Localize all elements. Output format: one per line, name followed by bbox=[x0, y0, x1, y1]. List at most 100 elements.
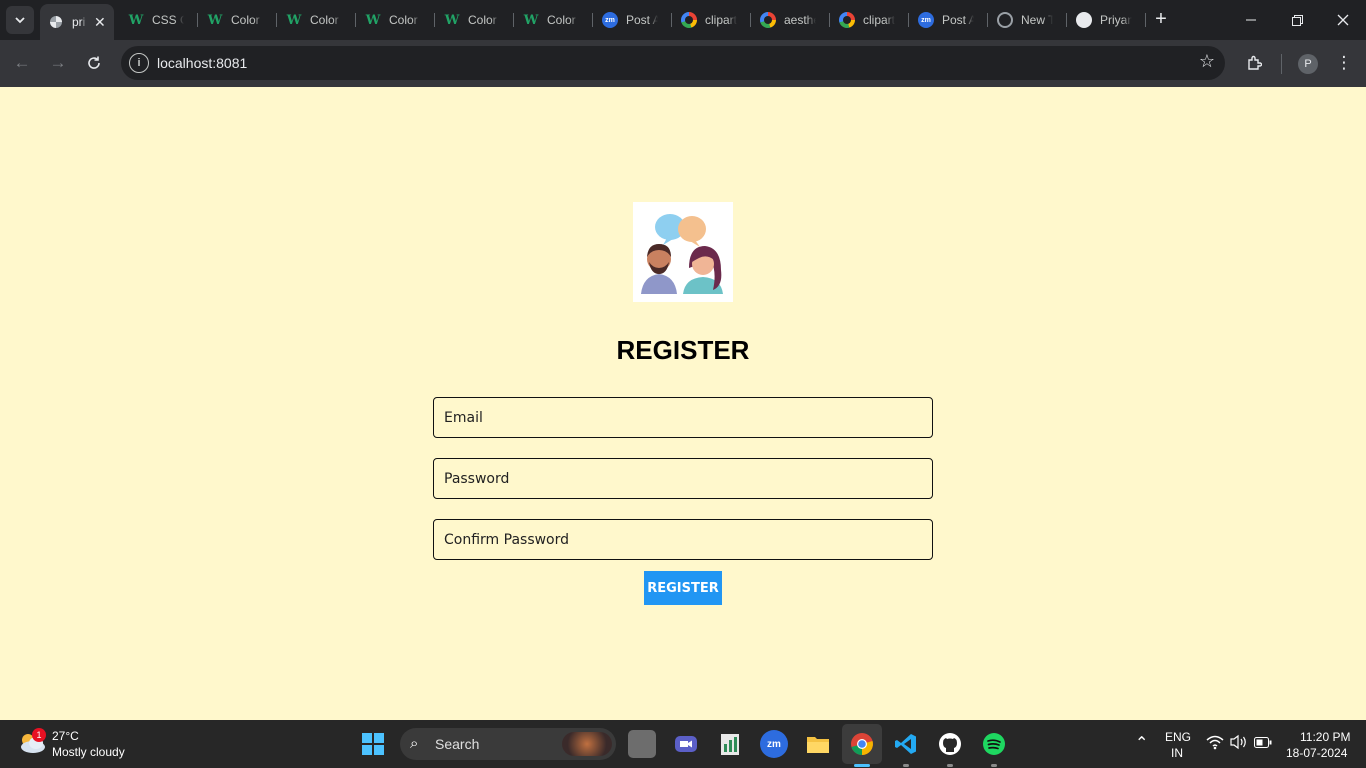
zm-icon: zm bbox=[918, 12, 934, 28]
search-icon: ⌕ bbox=[410, 735, 419, 752]
windows-start-icon[interactable] bbox=[362, 733, 384, 755]
tab[interactable]: W Color bbox=[365, 6, 435, 34]
close-window-button[interactable] bbox=[1320, 0, 1366, 40]
running-indicator bbox=[947, 764, 953, 767]
task-view-icon[interactable] bbox=[628, 730, 656, 758]
back-button[interactable]: ← bbox=[7, 48, 37, 78]
register-button[interactable]: REGISTER bbox=[644, 571, 722, 605]
notification-badge: 1 bbox=[32, 728, 46, 742]
close-icon bbox=[1337, 14, 1349, 26]
minimize-button[interactable] bbox=[1228, 0, 1274, 40]
volume-icon[interactable] bbox=[1230, 734, 1248, 753]
tab-title: Color bbox=[389, 13, 418, 27]
tab-title: priyanka bbox=[72, 15, 86, 29]
chrome-icon bbox=[997, 12, 1013, 28]
region-indicator[interactable]: IN bbox=[1171, 746, 1183, 760]
page-content: REGISTER REGISTER bbox=[0, 87, 1366, 720]
email-field[interactable] bbox=[433, 397, 933, 438]
google-icon bbox=[760, 12, 776, 28]
tab-title: clipart bbox=[705, 13, 737, 27]
clock-time[interactable]: 11:20 PM bbox=[1300, 730, 1350, 744]
tab[interactable]: clipart bbox=[681, 6, 751, 34]
tab[interactable]: zm Post A bbox=[602, 6, 672, 34]
more-vert-icon: ⋮ bbox=[1335, 53, 1353, 72]
file-explorer-icon[interactable] bbox=[804, 730, 832, 758]
tab-title: clipart bbox=[863, 13, 895, 27]
restore-icon bbox=[1291, 14, 1303, 26]
w-icon: W bbox=[207, 12, 223, 28]
tab[interactable]: clipart bbox=[839, 6, 909, 34]
w-icon: W bbox=[523, 12, 539, 28]
tab-title: CSS Color bbox=[152, 13, 184, 27]
tab-active[interactable]: priyanka ✕ bbox=[40, 4, 114, 40]
zoom-app-icon[interactable]: zm bbox=[760, 730, 788, 758]
forward-button[interactable]: → bbox=[43, 48, 73, 78]
tab-search-button[interactable] bbox=[6, 6, 34, 34]
profile-avatar[interactable]: P bbox=[1298, 54, 1318, 74]
chrome-taskbar-icon[interactable] bbox=[848, 730, 876, 758]
w-icon: W bbox=[286, 12, 302, 28]
tab[interactable]: W Color bbox=[207, 6, 277, 34]
search-label: Search bbox=[435, 736, 480, 752]
tab-title: Post A bbox=[942, 13, 974, 27]
puzzle-icon bbox=[1248, 55, 1262, 70]
page-title: REGISTER bbox=[616, 335, 750, 365]
chat-people-logo bbox=[633, 202, 733, 302]
tab[interactable]: W Color bbox=[444, 6, 514, 34]
tab[interactable]: zm Post A bbox=[918, 6, 988, 34]
arrow-right-icon: → bbox=[49, 53, 67, 72]
running-indicator bbox=[854, 764, 870, 767]
language-indicator[interactable]: ENG bbox=[1165, 730, 1191, 744]
confirm-password-field[interactable] bbox=[433, 519, 933, 560]
battery-icon[interactable] bbox=[1254, 737, 1272, 751]
google-icon bbox=[681, 12, 697, 28]
tab-title: Color bbox=[310, 13, 339, 27]
vscode-icon[interactable] bbox=[892, 730, 920, 758]
password-field[interactable] bbox=[433, 458, 933, 499]
clock-date[interactable]: 18-07-2024 bbox=[1286, 746, 1347, 760]
w-icon: W bbox=[444, 12, 460, 28]
site-info-icon[interactable]: i bbox=[129, 53, 149, 73]
taskbar-search[interactable]: ⌕ Search bbox=[400, 728, 616, 760]
url-text[interactable]: localhost:8081 bbox=[157, 55, 247, 71]
github-desktop-icon[interactable] bbox=[936, 730, 964, 758]
pinwheel-icon bbox=[48, 14, 64, 30]
toolbar-divider bbox=[1281, 54, 1282, 74]
tab-title: New T bbox=[1021, 13, 1053, 27]
address-bar[interactable]: i localhost:8081 ☆ bbox=[121, 46, 1225, 80]
tab[interactable]: aesthe bbox=[760, 6, 830, 34]
spotify-icon[interactable] bbox=[980, 730, 1008, 758]
google-icon bbox=[839, 12, 855, 28]
reload-icon bbox=[88, 56, 100, 69]
tab-title: Color bbox=[547, 13, 576, 27]
github-icon bbox=[1076, 12, 1092, 28]
tab[interactable]: W Color bbox=[523, 6, 593, 34]
tab[interactable]: W CSS Color bbox=[128, 6, 198, 34]
w-icon: W bbox=[365, 12, 381, 28]
wifi-icon[interactable] bbox=[1206, 734, 1224, 753]
tab-title: Priyan bbox=[1100, 13, 1132, 27]
bookmark-star-icon[interactable]: ☆ bbox=[1199, 51, 1215, 72]
restore-button[interactable] bbox=[1274, 0, 1320, 40]
chevron-up-icon[interactable]: ⌃ bbox=[1135, 733, 1148, 753]
running-indicator bbox=[903, 764, 909, 767]
tab[interactable]: W Color bbox=[286, 6, 356, 34]
notepad-chart-icon[interactable] bbox=[716, 730, 744, 758]
teams-meet-icon[interactable] bbox=[672, 730, 700, 758]
new-tab-button[interactable]: + bbox=[1150, 8, 1172, 30]
w-icon: W bbox=[128, 12, 144, 28]
tab[interactable]: New T bbox=[997, 6, 1067, 34]
temperature: 27°C bbox=[52, 729, 79, 743]
arrow-left-icon: ← bbox=[13, 53, 31, 72]
search-highlight-image bbox=[562, 732, 612, 756]
menu-button[interactable]: ⋮ bbox=[1329, 48, 1359, 78]
extensions-button[interactable] bbox=[1239, 48, 1269, 78]
reload-button[interactable] bbox=[79, 48, 109, 78]
close-icon[interactable]: ✕ bbox=[94, 14, 106, 31]
zm-icon: zm bbox=[602, 12, 618, 28]
tab[interactable]: Priyan bbox=[1076, 6, 1146, 34]
running-indicator bbox=[991, 764, 997, 767]
weather-condition: Mostly cloudy bbox=[52, 745, 125, 759]
browser-toolbar: ← → i localhost:8081 ☆ P ⋮ bbox=[0, 40, 1366, 87]
tab-title: Post A bbox=[626, 13, 658, 27]
